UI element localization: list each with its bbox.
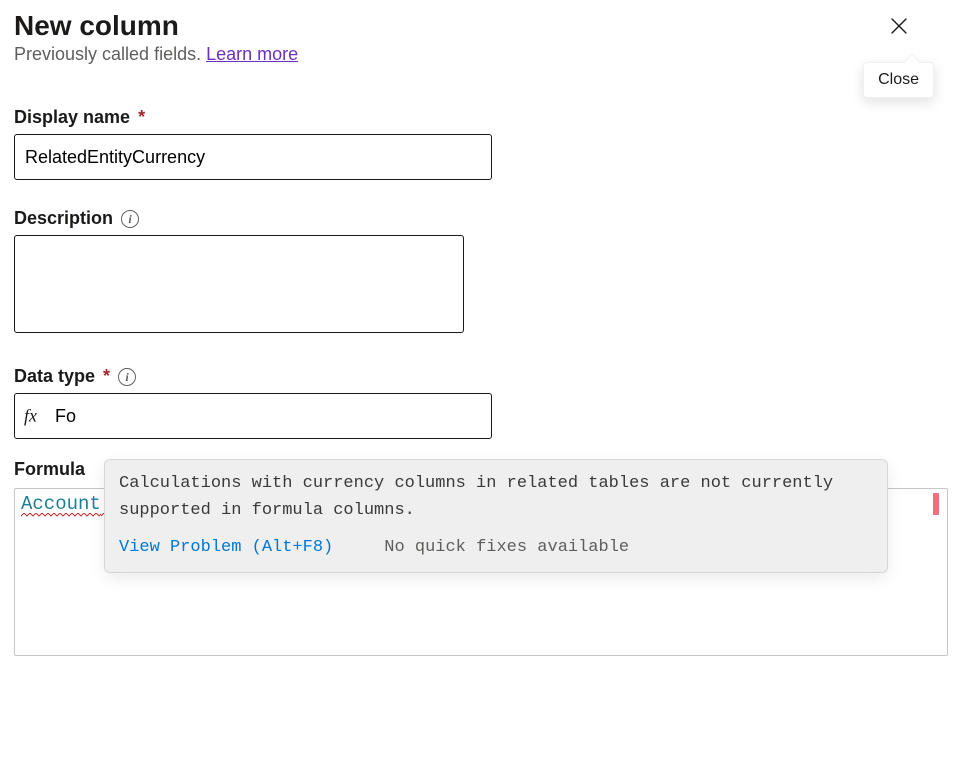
learn-more-link[interactable]: Learn more xyxy=(206,44,298,64)
subtitle-text: Previously called fields. xyxy=(14,44,206,64)
description-input[interactable] xyxy=(14,235,464,333)
error-minimap-marker xyxy=(933,493,939,515)
page-title: New column xyxy=(14,10,298,42)
view-problem-link[interactable]: View Problem (Alt+F8) xyxy=(119,538,333,557)
info-icon[interactable]: i xyxy=(121,210,139,228)
problem-message: Calculations with currency columns in re… xyxy=(105,460,887,530)
problem-tooltip: Calculations with currency columns in re… xyxy=(104,459,888,573)
data-type-label: Data type xyxy=(14,366,95,387)
x-icon xyxy=(889,16,909,36)
description-label: Description xyxy=(14,208,113,229)
no-quick-fix-text: No quick fixes available xyxy=(384,538,629,557)
close-tooltip: Close xyxy=(863,62,934,98)
required-marker: * xyxy=(103,366,110,387)
display-name-input[interactable] xyxy=(14,134,492,180)
page-subtitle: Previously called fields. Learn more xyxy=(14,44,298,65)
required-marker: * xyxy=(138,107,145,128)
data-type-select[interactable] xyxy=(14,393,492,439)
info-icon[interactable]: i xyxy=(118,368,136,386)
token-identifier: Account xyxy=(21,493,101,517)
close-icon[interactable] xyxy=(863,10,934,44)
display-name-label: Display name xyxy=(14,107,130,128)
